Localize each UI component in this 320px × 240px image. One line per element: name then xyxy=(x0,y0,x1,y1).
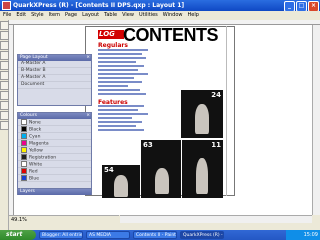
photo-crowd[interactable]: 54 xyxy=(102,165,140,198)
master-page-a-2[interactable]: A-Master A xyxy=(18,75,91,82)
page-guide xyxy=(226,26,227,196)
colour-row[interactable]: Cyan xyxy=(18,133,91,140)
page-number-label: 11 xyxy=(211,141,221,149)
vertical-ruler[interactable] xyxy=(9,25,14,215)
menu-utilities[interactable]: Utilities xyxy=(139,12,158,18)
start-button[interactable]: start xyxy=(0,230,36,240)
colour-row[interactable]: Yellow xyxy=(18,147,91,154)
taskbar-item-quarkxpress[interactable]: QuarkXPress (R) - [Co xyxy=(180,231,224,239)
table-tool-icon[interactable] xyxy=(0,81,9,90)
horizontal-scrollbar[interactable] xyxy=(120,215,312,223)
magazine-logo[interactable]: LOG xyxy=(98,30,124,39)
text-path-tool-icon[interactable] xyxy=(0,101,9,110)
colour-row[interactable]: Registration xyxy=(18,154,91,161)
palette-title-bar[interactable]: Page Layout × xyxy=(18,55,91,61)
quark-app-icon xyxy=(2,1,11,10)
menu-style[interactable]: Style xyxy=(31,12,44,18)
photo-singer[interactable]: 24 xyxy=(181,90,223,138)
unlinking-tool-icon[interactable] xyxy=(0,121,9,130)
page-layout-palette[interactable]: Page Layout × A-Master A B-Master B A-Ma… xyxy=(17,54,92,106)
close-palette-icon[interactable]: × xyxy=(86,55,90,61)
system-tray-clock[interactable]: 15:09 xyxy=(286,230,320,240)
colour-row[interactable]: None xyxy=(18,119,91,126)
palette-title-bar[interactable]: Colours × xyxy=(18,113,91,119)
colour-swatch xyxy=(21,161,27,167)
rotate-tool-icon[interactable] xyxy=(0,41,9,50)
menu-bar: File Edit Style Item Page Layout Table V… xyxy=(0,11,320,19)
colour-row[interactable]: Black xyxy=(18,126,91,133)
taskbar-item-as-media[interactable]: AS MEDIA xyxy=(86,231,130,239)
palette-title: Layers xyxy=(20,189,35,194)
colour-name: None xyxy=(29,120,41,126)
menu-edit[interactable]: Edit xyxy=(16,12,26,18)
colour-name: Black xyxy=(29,127,42,133)
item-tool-icon[interactable] xyxy=(0,21,9,30)
colour-swatch xyxy=(21,140,27,146)
colour-swatch xyxy=(21,154,27,160)
window-title-bar: QuarkXPress (R) - [Contents II DPS.qxp :… xyxy=(0,0,320,12)
windows-taskbar: start Blogger: All entries AS MEDIA Cont… xyxy=(0,230,320,240)
page-number-label: 24 xyxy=(211,91,221,99)
colour-swatch xyxy=(21,168,27,174)
zoom-field[interactable]: 49.1% xyxy=(9,215,119,223)
text-box-tool-icon[interactable] xyxy=(0,61,9,70)
page-number-label: 63 xyxy=(143,141,153,149)
menu-page[interactable]: Page xyxy=(65,12,77,18)
palette-title: Colours xyxy=(20,113,37,118)
colour-name: Magenta xyxy=(29,141,49,147)
page-number-label: 54 xyxy=(104,166,114,174)
colour-swatch xyxy=(21,133,27,139)
menu-help[interactable]: Help xyxy=(187,12,198,18)
taskbar-item-blogger[interactable]: Blogger: All entries xyxy=(39,231,83,239)
picture-box-tool-icon[interactable] xyxy=(0,71,9,80)
colour-row[interactable]: Red xyxy=(18,168,91,175)
colour-name: Cyan xyxy=(29,134,41,140)
contents-heading[interactable]: CONTENTS xyxy=(123,25,219,46)
colour-name: Registration xyxy=(29,155,57,161)
menu-table[interactable]: Table xyxy=(104,12,117,18)
colour-row[interactable]: White xyxy=(18,161,91,168)
toolbox xyxy=(0,20,9,230)
colour-swatch xyxy=(21,175,27,181)
master-page-b[interactable]: B-Master B xyxy=(18,68,91,75)
colour-swatch xyxy=(21,147,27,153)
colours-palette[interactable]: Colours × None Black Cyan Magenta Yellow… xyxy=(17,112,92,190)
colour-swatch xyxy=(21,126,27,132)
menu-file[interactable]: File xyxy=(3,12,11,18)
master-page-a[interactable]: A-Master A xyxy=(18,61,91,68)
colour-row[interactable]: Magenta xyxy=(18,140,91,147)
colour-name: Blue xyxy=(29,176,39,182)
colour-name: White xyxy=(29,162,43,168)
colour-row[interactable]: Blue xyxy=(18,175,91,182)
colour-swatch xyxy=(21,119,27,125)
window-title: QuarkXPress (R) - [Contents II DPS.qxp :… xyxy=(13,2,185,9)
menu-item[interactable]: Item xyxy=(49,12,60,18)
palette-title: Page Layout xyxy=(20,55,48,60)
photo-band[interactable]: 63 xyxy=(141,140,181,198)
menu-window[interactable]: Window xyxy=(163,12,183,18)
document-pages[interactable]: Document xyxy=(18,82,91,89)
close-palette-icon[interactable]: × xyxy=(86,113,90,119)
menu-layout[interactable]: Layout xyxy=(82,12,99,18)
content-tool-icon[interactable] xyxy=(0,31,9,40)
menu-view[interactable]: View xyxy=(122,12,134,18)
palette-title-bar[interactable]: Layers xyxy=(18,189,91,195)
colour-name: Red xyxy=(29,169,38,175)
photo-performer[interactable]: 11 xyxy=(182,140,223,198)
layers-palette[interactable]: Layers xyxy=(17,188,92,195)
zoom-tool-icon[interactable] xyxy=(0,51,9,60)
taskbar-item-paint[interactable]: Contents II - Paint xyxy=(133,231,177,239)
vertical-scrollbar[interactable] xyxy=(312,25,320,215)
line-tool-icon[interactable] xyxy=(0,91,9,100)
colour-name: Yellow xyxy=(29,148,43,154)
table-of-contents-text[interactable] xyxy=(97,47,171,137)
linking-tool-icon[interactable] xyxy=(0,111,9,120)
